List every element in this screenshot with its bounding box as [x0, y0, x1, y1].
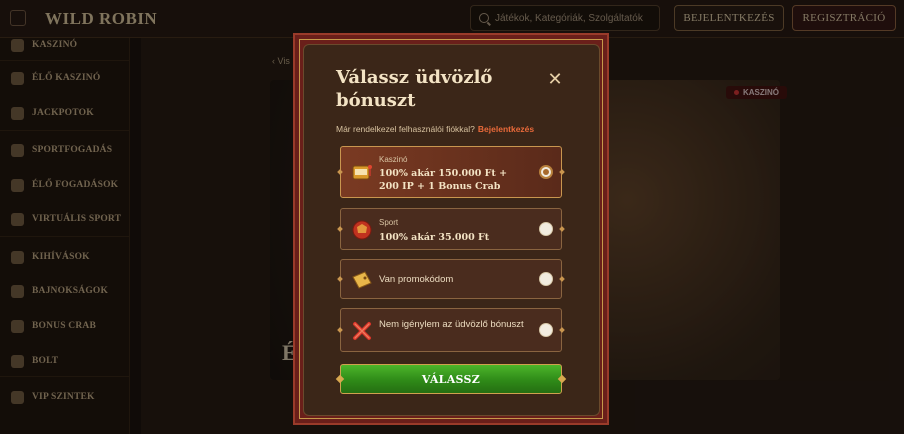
option-radio[interactable] [539, 272, 553, 286]
close-icon[interactable]: ✕ [546, 70, 564, 88]
option-category: Sport [379, 218, 399, 227]
bonus-option-casino[interactable]: Kaszinó 100% akár 150.000 Ft + 200 IP + … [340, 146, 562, 198]
casino-slot-icon [352, 165, 372, 180]
option-title: 100% akár 35.000 Ft [379, 232, 490, 243]
option-radio-selected[interactable] [539, 165, 553, 179]
sports-ball-icon [352, 220, 372, 240]
modal-title: Válassz üdvözlő bónuszt [336, 67, 493, 111]
decline-x-icon [353, 322, 371, 340]
option-radio[interactable] [539, 222, 553, 236]
option-category: Kaszinó [379, 155, 408, 164]
login-link[interactable]: Bejelentkezés [478, 124, 534, 134]
login-prompt: Már rendelkezel felhasználói fiókkal? Bej… [336, 124, 534, 134]
confirm-button[interactable]: VÁLASSZ [340, 364, 562, 394]
option-title: Nem igénylem az üdvözlő bónuszt [379, 319, 524, 330]
bonus-option-promo-code[interactable]: Van promokódom [340, 259, 562, 299]
login-prompt-text: Már rendelkezel felhasználói fiókkal? [336, 124, 475, 134]
bonus-option-decline[interactable]: Nem igénylem az üdvözlő bónuszt [340, 308, 562, 352]
option-radio[interactable] [539, 323, 553, 337]
option-title: Van promokódom [379, 274, 454, 285]
option-title: 100% akár 150.000 Ft + 200 IP + 1 Bonus … [379, 168, 508, 192]
promo-ticket-icon [352, 271, 372, 289]
bonus-option-sport[interactable]: Sport 100% akár 35.000 Ft [340, 208, 562, 250]
